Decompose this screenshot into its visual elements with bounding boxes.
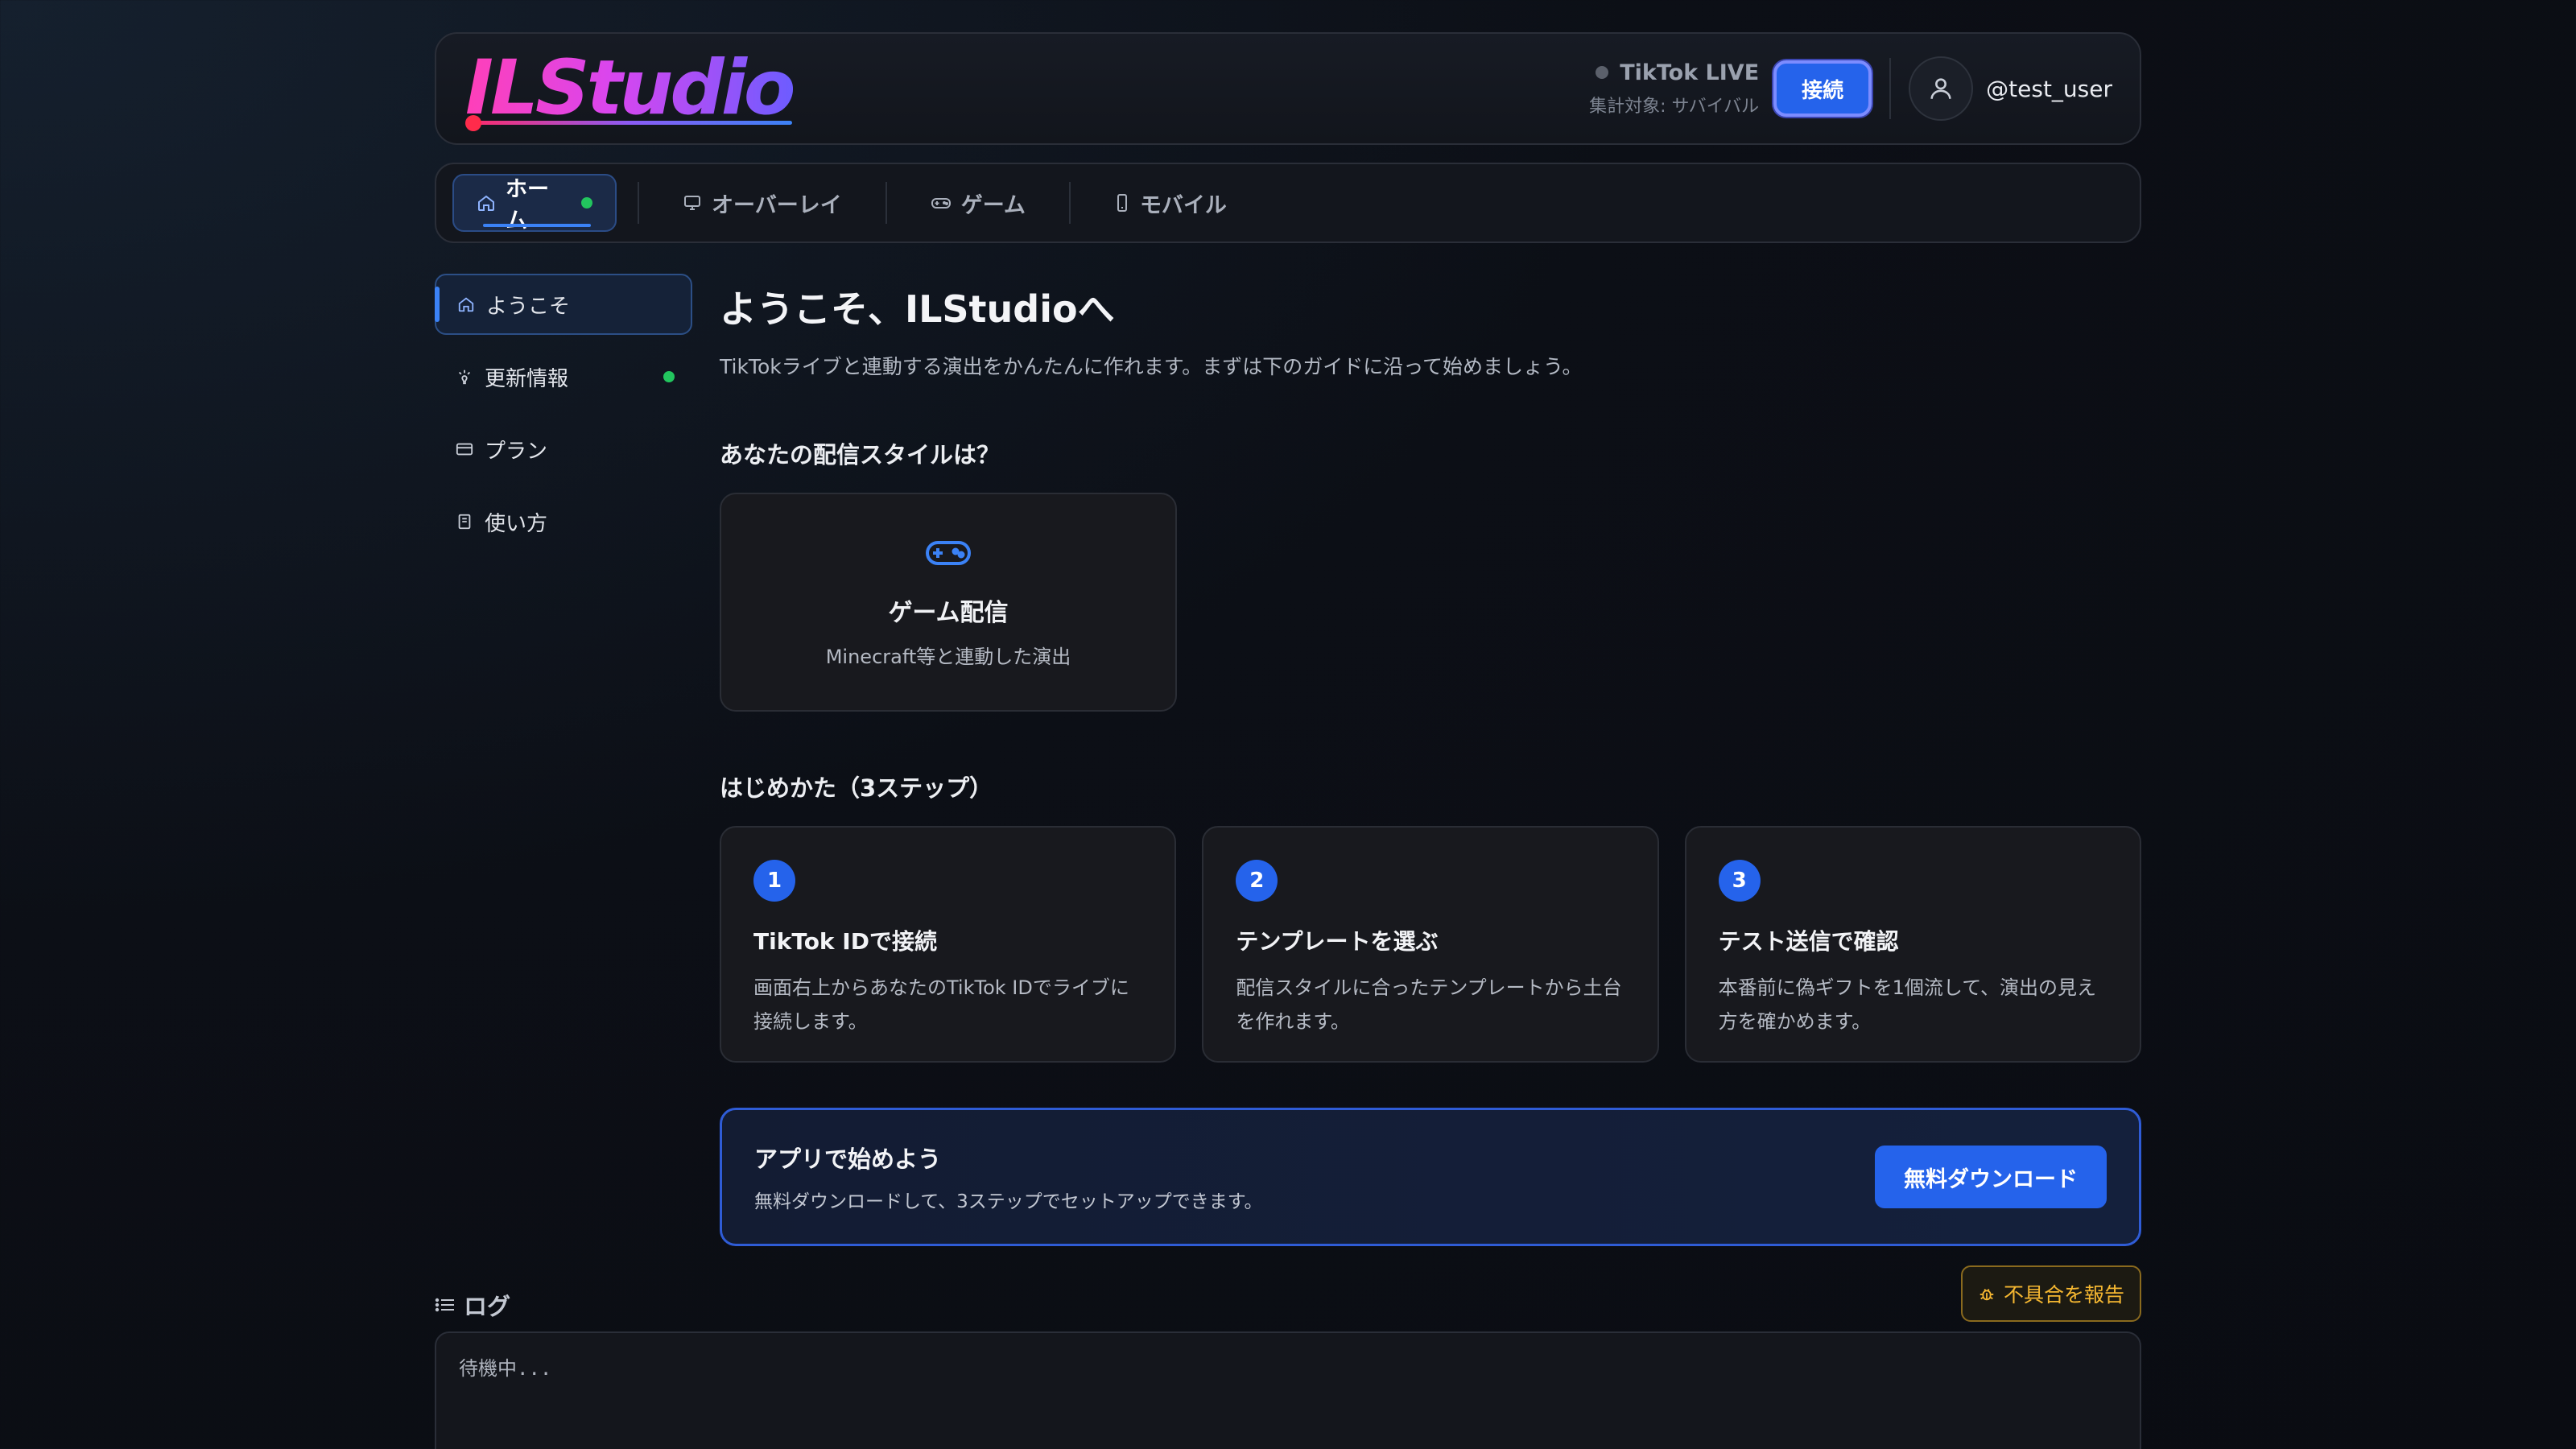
sidebar-item-label: プラン	[485, 439, 548, 464]
style-heading: あなたの配信スタイルは？	[720, 441, 1001, 469]
live-label: TikTok LIVE	[1620, 60, 1760, 85]
step-desc: 画面右上からあなたのTikTok IDでライブに 接続します。	[753, 976, 1129, 1033]
content-area: ようこそ 更新情報 プラン 使い方 ようこそ、ILStudioへ TikTokラ…	[435, 274, 2141, 1246]
home-icon	[477, 195, 494, 211]
page-title: ようこそ、ILStudioへ	[720, 287, 1115, 331]
log-heading-label: ログ	[464, 1293, 511, 1320]
step-desc: 本番前に偽ギフトを1個流して、演出の見え 方を確かめます。	[1718, 976, 2097, 1033]
card-icon	[456, 443, 473, 456]
smartphone-icon	[1117, 194, 1127, 212]
page-lead: TikTokライブと連動する演出をかんたんに作れます。まずは下のガイドに沿って始…	[720, 355, 1583, 378]
app-cta-banner: アプリで始めよう 無料ダウンロードして、3ステップでセットアップできます。 無料…	[720, 1108, 2141, 1246]
style-card-subtitle: Minecraft等と連動した演出	[825, 645, 1071, 668]
step-title: TikTok IDで接続	[753, 928, 937, 955]
sidebar-item-welcome[interactable]: ようこそ	[435, 274, 692, 335]
step-card: 2 テンプレートを選ぶ 配信スタイルに合ったテンプレートから土台 を作れます。	[1202, 826, 1659, 1063]
tab-game[interactable]: ゲーム	[908, 174, 1048, 232]
book-icon	[458, 514, 471, 530]
gamepad-icon	[931, 198, 951, 208]
step-card: 1 TikTok IDで接続 画面右上からあなたのTikTok IDでライブに …	[720, 826, 1177, 1063]
style-card-game[interactable]: ゲーム配信 Minecraft等と連動した演出	[720, 493, 1177, 712]
step-desc: 配信スタイルに合ったテンプレートから土台 を作れます。	[1236, 976, 1622, 1033]
gamepad-icon	[926, 540, 971, 565]
home-icon	[458, 297, 474, 312]
tab-label: ホーム	[505, 177, 549, 233]
step-title: テスト送信で確認	[1718, 928, 1899, 955]
sidebar-item-label: 更新情報	[485, 366, 569, 391]
updates-badge	[663, 371, 675, 382]
monitor-icon	[684, 196, 700, 210]
step-title: テンプレートを選ぶ	[1236, 928, 1439, 955]
cta-title: アプリで始めよう	[754, 1146, 942, 1173]
live-status-dot	[1596, 66, 1609, 79]
connect-button[interactable]: 接続	[1773, 60, 1872, 117]
live-status: TikTok LIVE 集計対象: サバイバル	[1589, 60, 1759, 118]
sidebar-item-updates[interactable]: 更新情報	[435, 346, 692, 407]
step-number: 1	[753, 860, 795, 902]
top-header: ILStudio TikTok LIVE 集計対象: サバイバル 接続 @tes…	[435, 32, 2141, 145]
sidebar-item-label: ようこそ	[486, 294, 571, 319]
tab-home-badge	[581, 197, 592, 208]
avatar[interactable]	[1909, 56, 1974, 121]
sidebar-item-howto[interactable]: 使い方	[435, 491, 692, 552]
bug-icon	[1979, 1288, 1994, 1301]
log-heading: ログ	[435, 1288, 510, 1322]
step-card: 3 テスト送信で確認 本番前に偽ギフトを1個流して、演出の見え 方を確かめます。	[1684, 826, 2141, 1063]
logo-underline	[470, 121, 792, 125]
tab-label: オーバーレイ	[712, 192, 842, 218]
sidebar-item-label: 使い方	[485, 511, 548, 536]
tab-mobile[interactable]: モバイル	[1092, 174, 1249, 232]
log-text: 待機中...	[459, 1357, 552, 1380]
report-bug-button[interactable]: 不具合を報告	[1961, 1265, 2141, 1322]
step-number: 2	[1236, 860, 1278, 902]
username[interactable]: @test_user	[1986, 76, 2112, 102]
style-card-title: ゲーム配信	[888, 598, 1009, 627]
app-root: ILStudio TikTok LIVE 集計対象: サバイバル 接続 @tes…	[435, 32, 2141, 1449]
user-icon	[1930, 78, 1951, 99]
main-nav: ホーム オーバーレイ ゲーム モバイル	[435, 163, 2141, 243]
main-panel: ようこそ、ILStudioへ TikTokライブと連動する演出をかんたんに作れま…	[720, 274, 2141, 1246]
steps-list: 1 TikTok IDで接続 画面右上からあなたのTikTok IDでライブに …	[720, 826, 2141, 1063]
tab-overlay[interactable]: オーバーレイ	[660, 174, 865, 232]
logo-text: ILStudio	[465, 44, 796, 132]
sidebar: ようこそ 更新情報 プラン 使い方	[435, 274, 692, 1246]
header-right: TikTok LIVE 集計対象: サバイバル 接続 @test_user	[1589, 56, 2112, 121]
tab-label: ゲーム	[960, 192, 1026, 218]
sparkle-icon	[458, 369, 471, 385]
log-output[interactable]: 待機中...	[435, 1331, 2141, 1449]
step-number: 3	[1718, 860, 1761, 902]
tab-home[interactable]: ホーム	[452, 174, 617, 233]
logo-dot	[465, 115, 481, 131]
report-bug-label: 不具合を報告	[2003, 1283, 2124, 1307]
cta-subtitle: 無料ダウンロードして、3ステップでセットアップできます。	[754, 1191, 1263, 1212]
app-logo[interactable]: ILStudio	[465, 44, 803, 133]
tab-label: モバイル	[1139, 192, 1227, 218]
steps-heading: はじめかた（3ステップ）	[720, 774, 993, 802]
header-divider	[1889, 58, 1892, 119]
list-icon	[435, 1298, 454, 1312]
sidebar-item-plan[interactable]: プラン	[435, 419, 692, 480]
download-button[interactable]: 無料ダウンロード	[1875, 1146, 2107, 1208]
live-target: 集計対象: サバイバル	[1589, 96, 1760, 117]
